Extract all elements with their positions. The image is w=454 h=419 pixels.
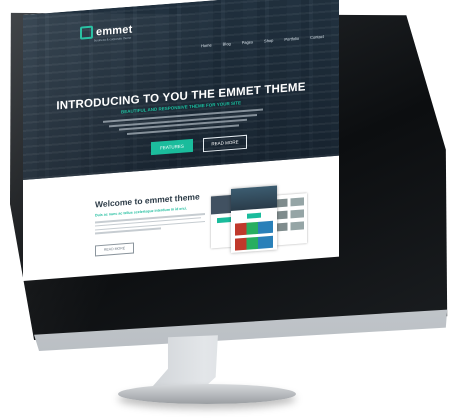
welcome-read-more-button[interactable]: READ MORE: [95, 242, 134, 257]
imac-monitor: emmet business & corporate theme Home Bl…: [0, 0, 454, 419]
monitor-screen: emmet business & corporate theme Home Bl…: [23, 0, 339, 282]
nav-item-home[interactable]: Home: [201, 42, 212, 48]
theme-preview-screenshots: [211, 183, 307, 260]
preview-page-center: [231, 185, 277, 253]
monitor-stand-base: [118, 384, 296, 404]
nav-item-blog[interactable]: Blog: [223, 41, 231, 47]
nav-item-shop[interactable]: Shop: [264, 38, 273, 44]
nav-item-contact[interactable]: Contact: [310, 34, 324, 40]
emmet-logo-icon: [80, 25, 93, 40]
nav-item-pages[interactable]: Pages: [242, 39, 253, 45]
welcome-body-text: [95, 212, 205, 237]
hero-section: emmet business & corporate theme Home Bl…: [23, 0, 339, 181]
